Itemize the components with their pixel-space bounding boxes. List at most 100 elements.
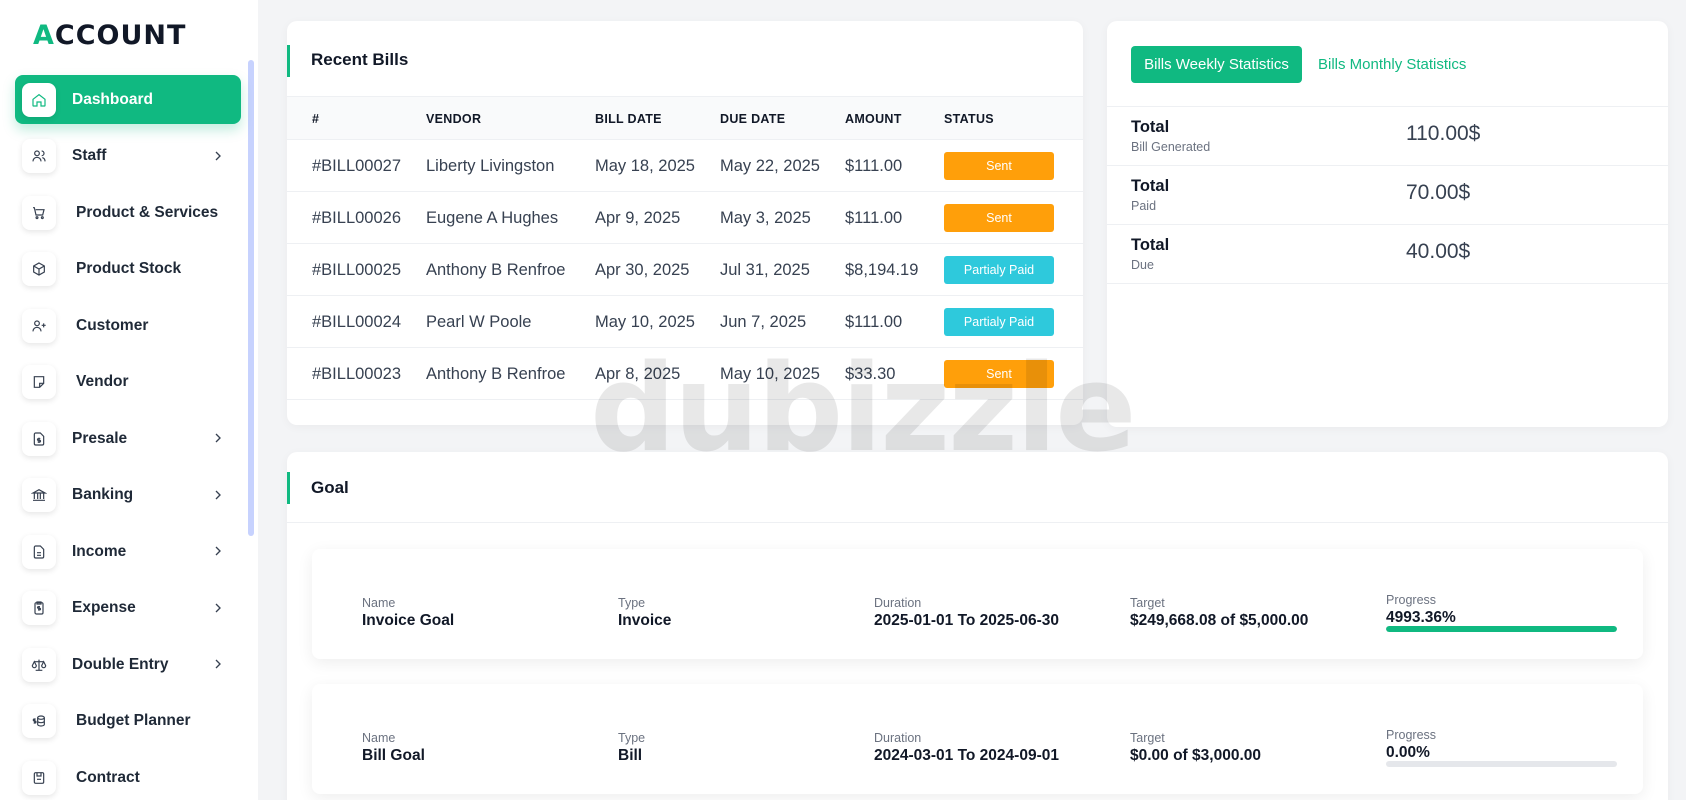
title-accent-bar <box>287 45 290 77</box>
bill-id[interactable]: #BILL00026 <box>312 209 401 228</box>
goal-duration: 2025-01-01 To 2025-06-30 <box>874 612 1059 629</box>
note-icon <box>22 365 56 399</box>
goal-target: $0.00 of $3,000.00 <box>1130 747 1261 764</box>
contract-icon <box>22 760 56 795</box>
stat-row-bill-generated: Total Bill Generated 110.00$ <box>1107 106 1668 165</box>
chevron-right-icon <box>210 656 226 672</box>
bill-date: May 10, 2025 <box>595 313 695 331</box>
goal-title: Goal <box>311 478 349 497</box>
sidebar-scrollbar[interactable] <box>248 60 254 536</box>
bill-vendor: Eugene A Hughes <box>426 209 559 227</box>
sidebar-item-label: Product Stock <box>76 260 182 277</box>
scale-icon <box>22 647 56 682</box>
box-icon <box>22 252 56 286</box>
goal-name-label: Name <box>362 596 396 610</box>
goal-type-label: Type <box>618 596 646 610</box>
goal-name-label: Name <box>362 731 396 745</box>
stat-label: Total <box>1131 177 1170 195</box>
stat-label: Total <box>1131 236 1170 254</box>
recent-bills-card: Recent Bills # VENDOR BILL DATE DUE DATE… <box>287 21 1083 425</box>
sidebar-item-dashboard[interactable]: Dashboard <box>15 75 241 124</box>
file-dollar-icon <box>22 421 56 456</box>
sidebar-item-double-entry[interactable]: Double Entry <box>15 640 241 689</box>
sidebar-item-product-services[interactable]: Product & Services <box>15 188 241 237</box>
due-date: Jun 7, 2025 <box>720 313 807 331</box>
sidebar-item-banking[interactable]: Banking <box>15 471 241 520</box>
goal-progress-label: Progress <box>1386 593 1437 607</box>
goal-type: Invoice <box>618 612 672 629</box>
due-date: May 3, 2025 <box>720 209 811 227</box>
stat-row-paid: Total Paid 70.00$ <box>1107 165 1668 224</box>
goal-progress-label: Progress <box>1386 728 1437 742</box>
sidebar-item-expense[interactable]: Expense <box>15 584 241 633</box>
status-badge: Sent <box>944 152 1054 180</box>
sidebar-item-staff[interactable]: Staff <box>15 132 241 181</box>
bill-amount: $33.30 <box>845 365 896 383</box>
column-header: STATUS <box>944 112 994 126</box>
bill-id[interactable]: #BILL00027 <box>312 157 401 176</box>
logo-rest: CCOUNT <box>54 20 187 51</box>
sidebar-item-budget-planner[interactable]: Budget Planner <box>15 697 241 746</box>
table-row[interactable]: #BILL00026 Eugene A Hughes Apr 9, 2025 M… <box>287 192 1083 244</box>
bill-id[interactable]: #BILL00025 <box>312 261 401 280</box>
due-date: May 22, 2025 <box>720 157 820 175</box>
bill-amount: $111.00 <box>845 157 903 175</box>
stat-sublabel: Paid <box>1131 199 1157 213</box>
bill-id[interactable]: #BILL00023 <box>312 365 401 384</box>
sidebar-menu: Dashboard Staff Product & Services Produ… <box>15 75 241 800</box>
goal-progress-fill <box>1386 626 1617 632</box>
sidebar-item-product-stock[interactable]: Product Stock <box>15 245 241 294</box>
chevron-right-icon <box>210 487 226 503</box>
sidebar-item-label: Income <box>72 542 127 560</box>
column-header: VENDOR <box>426 112 482 126</box>
goal-progress-value: 4993.36% <box>1386 609 1456 626</box>
sidebar-item-label: Product & Services <box>76 203 219 221</box>
goal-duration-label: Duration <box>874 596 922 610</box>
goal-duration: 2024-03-01 To 2024-09-01 <box>874 747 1059 764</box>
goal-target-label: Target <box>1130 731 1165 745</box>
file-icon <box>22 534 56 569</box>
table-row[interactable]: #BILL00025 Anthony B Renfroe Apr 30, 202… <box>287 244 1083 296</box>
app-logo[interactable]: ACCOUNT <box>33 20 186 51</box>
column-header: BILL DATE <box>595 112 662 126</box>
sidebar-item-label: Presale <box>72 429 128 447</box>
divider <box>287 522 1668 523</box>
home-icon <box>22 82 56 117</box>
sidebar-item-label: Contract <box>76 768 140 786</box>
column-header: AMOUNT <box>845 112 902 126</box>
goal-progress-bar <box>1386 761 1617 767</box>
table-row[interactable]: #BILL00023 Anthony B Renfroe Apr 8, 2025… <box>287 348 1083 400</box>
sidebar-item-customer[interactable]: Customer <box>15 301 241 350</box>
logo-accent-letter: A <box>33 20 55 51</box>
goal-target: $249,668.08 of $5,000.00 <box>1130 612 1309 629</box>
stat-sublabel: Bill Generated <box>1131 140 1211 154</box>
user-plus-icon <box>22 308 56 343</box>
status-badge: Sent <box>944 204 1054 232</box>
goal-item: Name Invoice Goal Type Invoice Duration … <box>312 549 1643 659</box>
sidebar-item-label: Vendor <box>76 373 129 390</box>
bill-vendor: Anthony B Renfroe <box>426 261 566 279</box>
table-row[interactable]: #BILL00027 Liberty Livingston May 18, 20… <box>287 140 1083 192</box>
sidebar-item-contract[interactable]: Contract <box>15 753 241 800</box>
sidebar-item-vendor[interactable]: Vendor <box>15 358 241 407</box>
goal-name: Invoice Goal <box>362 612 455 629</box>
receipt-icon <box>22 591 56 625</box>
sidebar: ACCOUNT Dashboard Staff Product & Servic… <box>0 0 258 800</box>
stat-label: Total <box>1131 118 1170 136</box>
bill-id[interactable]: #BILL00024 <box>312 313 401 332</box>
goal-target-label: Target <box>1130 596 1165 610</box>
due-date: May 10, 2025 <box>720 365 820 383</box>
recent-bills-title: Recent Bills <box>311 50 409 69</box>
sidebar-item-label: Staff <box>72 147 107 164</box>
chevron-right-icon <box>210 600 226 616</box>
goal-item: Name Bill Goal Type Bill Duration 2024-0… <box>312 684 1643 794</box>
table-row[interactable]: #BILL00024 Pearl W Poole May 10, 2025 Ju… <box>287 296 1083 348</box>
tab-monthly-statistics[interactable]: Bills Monthly Statistics <box>1318 46 1466 83</box>
bill-amount: $111.00 <box>845 209 903 227</box>
stat-value: 110.00$ <box>1406 122 1481 145</box>
sidebar-item-income[interactable]: Income <box>15 527 241 576</box>
sidebar-item-presale[interactable]: Presale <box>15 414 241 463</box>
goal-progress-value: 0.00% <box>1386 744 1430 761</box>
tab-weekly-statistics[interactable]: Bills Weekly Statistics <box>1131 46 1302 83</box>
goal-type-label: Type <box>618 731 646 745</box>
